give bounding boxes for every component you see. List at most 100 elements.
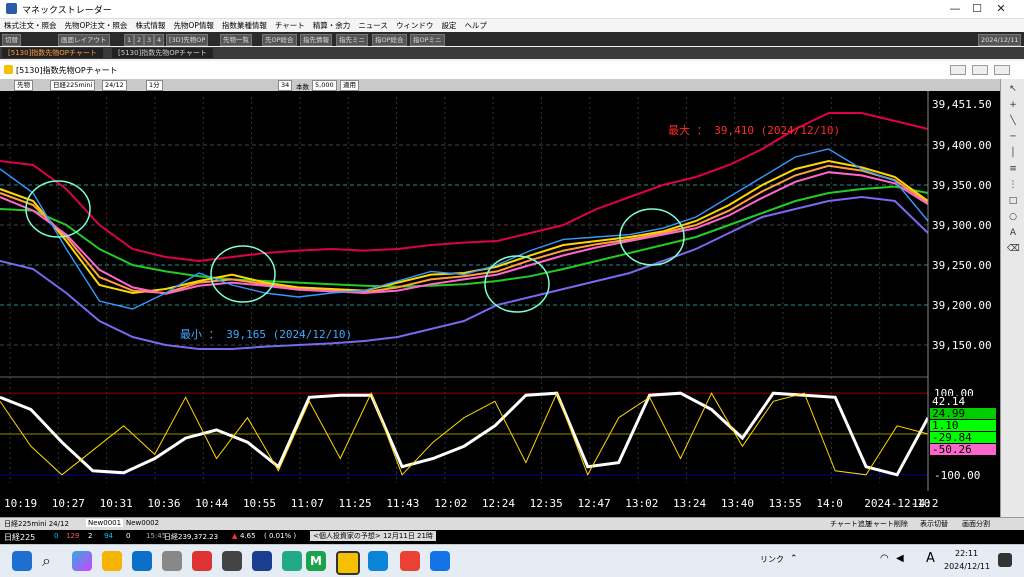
time-tick-label: 13:02	[625, 497, 658, 510]
menu-item[interactable]: 株式注文・照会	[0, 19, 61, 32]
display-toggle-button[interactable]: 表示切替	[920, 519, 948, 529]
windows-start-icon[interactable]	[12, 551, 32, 571]
layout-2-button[interactable]: 2	[134, 34, 145, 46]
layout-1-button[interactable]: 1	[124, 34, 135, 46]
toolbar-item[interactable]: 指先ミニ	[336, 34, 368, 46]
fib-icon[interactable]: ⋮	[1007, 179, 1019, 191]
search-icon[interactable]: ⌕	[42, 551, 51, 571]
photos-icon[interactable]	[430, 551, 450, 571]
count-input[interactable]: 34	[278, 80, 293, 91]
app-icon	[6, 3, 17, 14]
store-icon[interactable]	[132, 551, 152, 571]
m-app-icon[interactable]: M	[306, 551, 326, 571]
time-tick-label: 11:07	[291, 497, 324, 510]
menu-item[interactable]: ニュース	[354, 19, 392, 32]
time-tick-label: 13:40	[721, 497, 754, 510]
toolbar-item[interactable]: 指OP総合	[372, 34, 407, 46]
switch-button[interactable]: 切替	[2, 34, 21, 46]
inner-minimize-button[interactable]	[950, 65, 966, 75]
rect-icon[interactable]: □	[1007, 195, 1019, 207]
crosshair-icon[interactable]: +	[1007, 99, 1019, 111]
tray-chevron-icon[interactable]: ⌃	[790, 554, 798, 564]
eraser-icon[interactable]: ⌫	[1007, 243, 1020, 255]
window-titlebar: マネックストレーダー — ☐ ✕	[0, 0, 1024, 19]
chart-area[interactable]: 39,451.50 39,400.00 39,350.00 39,300.00 39,2…	[0, 91, 1000, 517]
menu-item[interactable]: ウィンドウ	[392, 19, 438, 32]
price-tick-label: 39,350.00	[932, 179, 992, 192]
layout-3-button[interactable]: 3	[144, 34, 155, 46]
toolbar-item[interactable]: 指OPミニ	[410, 34, 445, 46]
tab-new0002[interactable]: New0002	[124, 519, 161, 527]
toolbar-item[interactable]: 指先情報	[300, 34, 332, 46]
oscillator-readout: -50.26	[932, 443, 972, 456]
hline-icon[interactable]: ─	[1007, 131, 1019, 143]
status-symbol: 日経225	[4, 533, 36, 542]
vline-icon[interactable]: │	[1007, 147, 1019, 159]
ime-indicator[interactable]: A	[926, 551, 935, 566]
amount-input[interactable]: 5,000	[312, 80, 337, 91]
text-icon[interactable]: A	[1007, 227, 1019, 239]
monex-trader-icon[interactable]	[336, 551, 360, 575]
delete-chart-button[interactable]: チャート削除	[866, 519, 908, 529]
status-percent: ( 0.01% )	[264, 532, 297, 540]
news-ticker[interactable]: <個人投資家の予想> 12月11日 21時	[310, 531, 436, 541]
volume-icon[interactable]: ◀	[896, 553, 904, 564]
layout-4-button[interactable]: 4	[154, 34, 165, 46]
menu-item[interactable]: 精算・余力	[309, 19, 355, 32]
menu-item[interactable]: 先物OP情報	[169, 19, 217, 32]
time-tick-label: 12:47	[577, 497, 610, 510]
tab-new0001[interactable]: New0001	[86, 519, 124, 527]
close-button[interactable]: ✕	[978, 0, 1024, 18]
split-screen-button[interactable]: 画面分割	[962, 519, 990, 529]
edge-icon[interactable]	[368, 551, 388, 571]
time-tick-label: 12:24	[482, 497, 515, 510]
up-arrow-icon: ▲	[232, 532, 238, 540]
status-bar: 日経225 0 129 2 94 0 15:45 日経239,372.23 ▲ …	[0, 530, 1024, 544]
tab-chart-2[interactable]: [5130]指数先物OPチャート	[112, 48, 213, 58]
tab-chart-1[interactable]: [5130]指数先物OPチャート	[2, 48, 103, 58]
menu-item[interactable]: 先物OP注文・照会	[61, 19, 132, 32]
status-val: 94	[104, 532, 113, 540]
menu-item[interactable]: チャート	[271, 19, 309, 32]
kind-select[interactable]: 先物	[14, 80, 33, 91]
circle-icon[interactable]: ○	[1007, 211, 1019, 223]
month-select[interactable]: 24/12	[102, 80, 127, 91]
layout-button[interactable]: 画面レイアウト	[58, 34, 110, 46]
period-select[interactable]: 1分	[146, 80, 163, 91]
status-val: 2	[88, 532, 93, 540]
time-tick-label: 13:24	[673, 497, 706, 510]
menu-item[interactable]: ヘルプ	[460, 19, 491, 32]
chrome-icon[interactable]	[400, 551, 420, 571]
name-select[interactable]: 日経225mini	[50, 80, 96, 91]
wifi-icon[interactable]: ◠	[880, 553, 889, 564]
cursor-icon[interactable]: ↖	[1007, 83, 1019, 95]
time-tick-label: 10:44	[195, 497, 228, 510]
app-icon-4[interactable]	[252, 551, 272, 571]
menu-item[interactable]: 指数業種情報	[218, 19, 271, 32]
toolbar-item[interactable]: 先OP総合	[262, 34, 297, 46]
min-annotation: 最小 ： 39,165 (2024/12/10)	[180, 328, 352, 341]
channel-icon[interactable]: ≡	[1007, 163, 1019, 175]
status-val: 0	[126, 532, 131, 540]
app-icon-3[interactable]	[222, 551, 242, 571]
inner-close-button[interactable]	[994, 65, 1010, 75]
time-tick-label: 14:0	[816, 497, 843, 510]
chart-controls: 先物 日経225mini 24/12 1分 34 本数 5,000 適用	[0, 79, 1024, 91]
tray-link[interactable]: リンク	[760, 554, 784, 565]
app-icon-1[interactable]	[162, 551, 182, 571]
menu-bar: 株式注文・照会 先物OP注文・照会 株式情報 先物OP情報 指数業種情報 チャート 精算・余…	[0, 19, 1024, 32]
trendline-icon[interactable]: ╲	[1007, 115, 1019, 127]
inner-maximize-button[interactable]	[972, 65, 988, 75]
menu-item[interactable]: 設定	[437, 19, 460, 32]
time-tick-label: 10:31	[100, 497, 133, 510]
app-icon-2[interactable]	[192, 551, 212, 571]
app-icon-5[interactable]	[282, 551, 302, 571]
apply-button[interactable]: 適用	[340, 80, 359, 91]
copilot-icon[interactable]	[72, 551, 92, 571]
toolbar-item[interactable]: [3D]先物OP	[166, 34, 209, 46]
file-explorer-icon[interactable]	[102, 551, 122, 571]
menu-item[interactable]: 株式情報	[131, 19, 169, 32]
windows-taskbar: ⌕ M リンク ⌃ ◠ ◀ A 22:11 2024/12/11	[0, 544, 1024, 577]
notification-icon[interactable]	[998, 553, 1012, 567]
toolbar-item[interactable]: 先物一覧	[220, 34, 252, 46]
